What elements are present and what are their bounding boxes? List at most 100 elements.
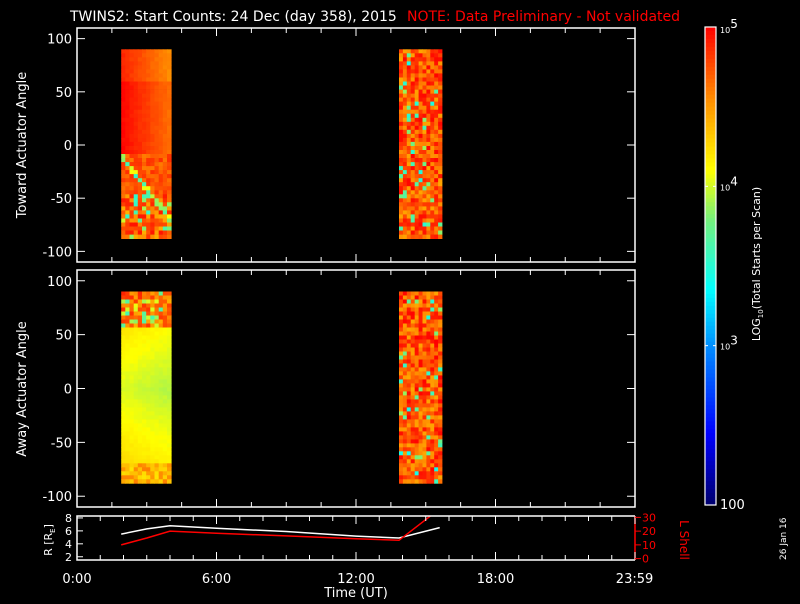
colorbar-segment [705, 166, 716, 171]
heatmap-cell [162, 222, 168, 227]
heatmap-cell [125, 367, 130, 372]
heatmap-cell [414, 117, 419, 123]
heatmap-cell [154, 121, 160, 127]
heatmap-cell [154, 471, 160, 476]
heatmap-cell [150, 57, 155, 62]
heatmap-cell [418, 475, 423, 480]
heatmap-cell [133, 363, 139, 368]
heatmap-cell [430, 415, 435, 420]
heatmap-cell [426, 125, 431, 131]
heatmap-cell [150, 73, 155, 78]
heatmap-cell [414, 182, 419, 187]
heatmap-cell [422, 182, 427, 187]
heatmap-cell [133, 101, 139, 106]
heatmap-cell [399, 170, 404, 175]
colorbar-segment [705, 210, 716, 215]
heatmap-block [399, 291, 443, 484]
heatmap-cell [434, 299, 439, 304]
heatmap-cell [154, 327, 160, 332]
heatmap-cell [422, 77, 427, 82]
heatmap-cell [162, 295, 168, 300]
heatmap-cell [406, 363, 412, 368]
heatmap-cell [414, 395, 419, 400]
heatmap-cell [438, 182, 443, 187]
heatmap-cell [121, 73, 126, 78]
heatmap-cell [399, 451, 404, 456]
heatmap-cell [137, 218, 143, 223]
heatmap-cell [137, 214, 143, 219]
heatmap-cell [142, 451, 147, 456]
heatmap-cell [150, 81, 155, 86]
heatmap-cell [162, 403, 168, 408]
heatmap-cell [434, 226, 439, 231]
heatmap-cell [418, 419, 423, 424]
heatmap-cell [414, 218, 419, 223]
colorbar-segment [705, 369, 716, 375]
heatmap-cell [150, 150, 155, 155]
x-tick-label: 6:00 [202, 572, 231, 587]
heatmap-cell [125, 178, 130, 183]
heatmap-cell [162, 319, 168, 324]
heatmap-cell [125, 363, 130, 368]
heatmap-cell [422, 335, 427, 340]
heatmap-cell [137, 367, 143, 372]
colorbar-segment [705, 345, 716, 351]
heatmap-cell [406, 85, 412, 90]
heatmap-cell [125, 129, 130, 135]
heatmap-cell [167, 73, 172, 78]
heatmap-cell [158, 451, 164, 456]
heatmap-cell [121, 109, 126, 115]
heatmap-cell [438, 391, 443, 396]
heatmap-cell [121, 327, 126, 332]
heatmap-cell [154, 303, 160, 308]
heatmap-cell [150, 154, 155, 159]
heatmap-cell [410, 129, 415, 135]
heatmap-cell [162, 133, 168, 139]
heatmap-cell [399, 109, 404, 115]
heatmap-cell [426, 347, 431, 352]
heatmap-cell [414, 387, 419, 392]
heatmap-cell [150, 214, 155, 219]
heatmap-cell [422, 210, 427, 215]
heatmap-cell [129, 166, 135, 171]
colorbar-tick-exp: 3 [730, 334, 738, 348]
heatmap-cell [121, 475, 126, 480]
heatmap-cell [430, 234, 435, 239]
heatmap-cell [406, 125, 412, 131]
heatmap-cell [418, 439, 423, 444]
heatmap-cell [167, 154, 172, 159]
heatmap-cell [402, 178, 408, 183]
colorbar-segment [705, 234, 716, 239]
heatmap-cell [129, 69, 135, 74]
heatmap-cell [430, 162, 435, 167]
heatmap-cell [162, 194, 168, 199]
heatmap-cell [162, 198, 168, 203]
heatmap-cell [121, 443, 126, 448]
heatmap-cell [125, 206, 130, 211]
heatmap-cell [133, 230, 139, 235]
heatmap-cell [438, 49, 443, 54]
colorbar-segment [705, 493, 716, 498]
heatmap-cell [430, 479, 435, 484]
heatmap-cell [426, 198, 431, 203]
heatmap-cell [410, 451, 415, 456]
colorbar-segment [705, 321, 716, 327]
heatmap-cell [422, 226, 427, 231]
heatmap-cell [399, 129, 404, 135]
heatmap-cell [438, 415, 443, 420]
heatmap-cell [146, 439, 151, 444]
heatmap-cell [154, 93, 160, 98]
heatmap-cell [125, 451, 130, 456]
heatmap-cell [430, 395, 435, 400]
heatmap-cell [167, 339, 172, 344]
heatmap-cell [142, 214, 147, 219]
heatmap-cell [434, 162, 439, 167]
heatmap-cell [410, 214, 415, 219]
heatmap-cell [133, 463, 139, 468]
heatmap-cell [167, 351, 172, 356]
heatmap-cell [434, 323, 439, 328]
heatmap-cell [146, 97, 151, 102]
colorbar-segment [705, 465, 716, 470]
heatmap-cell [125, 117, 130, 123]
heatmap-cell [121, 93, 126, 98]
